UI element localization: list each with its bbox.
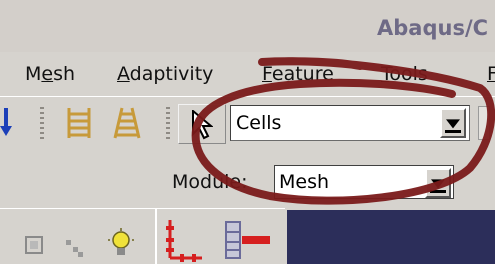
ladder-icon[interactable] (63, 106, 95, 140)
cursor-arrow-icon (192, 110, 213, 140)
arrow-down-icon[interactable] (0, 106, 14, 140)
menu-feature[interactable]: Feature (262, 63, 334, 85)
toolbar-grip-2[interactable] (166, 107, 170, 141)
toolbar-grip[interactable] (40, 107, 44, 141)
menu-tools[interactable]: Tools (381, 63, 428, 85)
module-dropdown-button[interactable] (425, 168, 451, 198)
seed-part-icon[interactable] (162, 218, 206, 264)
toolbar-next-button[interactable] (478, 106, 490, 140)
menu-adaptivity[interactable]: Adaptivity (117, 63, 213, 85)
tree-expand-icon[interactable] (64, 238, 86, 260)
viewport[interactable] (287, 210, 495, 264)
menu-mesh[interactable]: Mesh (25, 63, 75, 85)
lightbulb-icon[interactable] (108, 228, 134, 260)
tapered-ladder-icon[interactable] (110, 106, 144, 140)
module-label: Module: (172, 171, 248, 193)
chevron-down-icon (431, 179, 445, 189)
seed-edge-icon[interactable] (220, 218, 272, 264)
selection-filter-value: Cells (236, 112, 282, 134)
chevron-down-icon (446, 119, 460, 129)
selection-filter-dropdown-button[interactable] (440, 108, 466, 138)
window-title: Abaqus/C (377, 16, 489, 40)
menu-f-truncated[interactable]: F (487, 63, 495, 85)
tree-node-icon[interactable] (24, 235, 46, 257)
module-combo-value: Mesh (279, 171, 330, 193)
